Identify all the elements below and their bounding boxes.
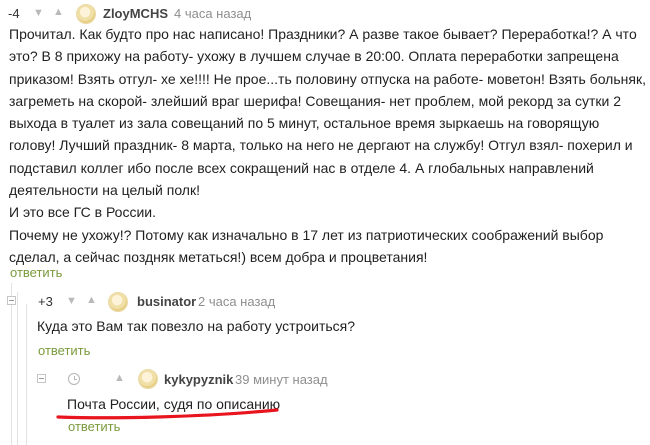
comment-2-reply-link[interactable]: ответить — [38, 343, 90, 358]
comment-1-text: Прочитал. Как будто про нас написано! Пр… — [9, 23, 649, 268]
thread-branch-line — [11, 283, 12, 445]
comment-1-line: загреметь на скорой- злейший враг шерифа… — [9, 92, 621, 109]
collapse-icon[interactable] — [37, 374, 46, 383]
thread-branch-line — [17, 292, 18, 445]
comment-1-line: сделал, а сейчас поздняк метаться!) всем… — [9, 248, 428, 265]
comment-1-line: голову! Лучший праздник- 8 марта, только… — [9, 137, 633, 154]
avatar[interactable] — [108, 292, 128, 312]
comment-1-reply-link[interactable]: ответить — [10, 265, 62, 280]
avatar[interactable] — [138, 369, 158, 389]
comment-2-time[interactable]: 2 часа назад — [198, 294, 275, 309]
clock-icon — [68, 373, 80, 385]
comment-3-reply-link[interactable]: ответить — [68, 419, 120, 434]
comment-2-username[interactable]: businator — [137, 294, 196, 309]
thread-branch-line — [26, 304, 27, 445]
comment-1-line: Прочитал. Как будто про нас написано! Пр… — [9, 26, 637, 42]
comment-1-line: Почему не ухожу!? Потому как изначально … — [9, 226, 604, 243]
comment-3-time[interactable]: 39 минут назад — [235, 372, 328, 387]
comment-1-line: это? В 8 прихожу на работу- ухожу в лучш… — [9, 48, 619, 65]
comment-1-line: выхода в туалет из зала совещаний по 5 м… — [9, 115, 600, 132]
arrow-down-icon[interactable]: ▼ — [33, 7, 44, 19]
comment-3-username[interactable]: kykypyznik — [164, 372, 233, 387]
arrow-up-icon[interactable]: ▲ — [86, 294, 97, 306]
comment-1-time[interactable]: 4 часа назад — [174, 6, 251, 21]
comment-2-text: Куда это Вам так повезло на работу устро… — [37, 318, 356, 334]
comment-1-rating: -4 — [8, 6, 20, 21]
comment-1-username[interactable]: ZloyMCHS — [103, 6, 168, 21]
arrow-down-icon[interactable]: ▼ — [66, 295, 77, 307]
arrow-up-icon[interactable]: ▲ — [114, 372, 125, 384]
comment-1-line: подставил коллег ибо после всех сокращен… — [9, 159, 594, 176]
comment-1-line: И это все ГС в России. — [9, 204, 156, 221]
collapse-icon[interactable] — [7, 296, 16, 305]
comment-2-rating: +3 — [38, 294, 53, 309]
avatar[interactable] — [76, 4, 96, 24]
comment-1-line: приказом! Взять отгул- хе хе!!!! Не прое… — [9, 70, 646, 87]
arrow-up-icon[interactable]: ▲ — [53, 6, 64, 18]
comment-1-line: деятельности на целый полк! — [9, 182, 200, 199]
